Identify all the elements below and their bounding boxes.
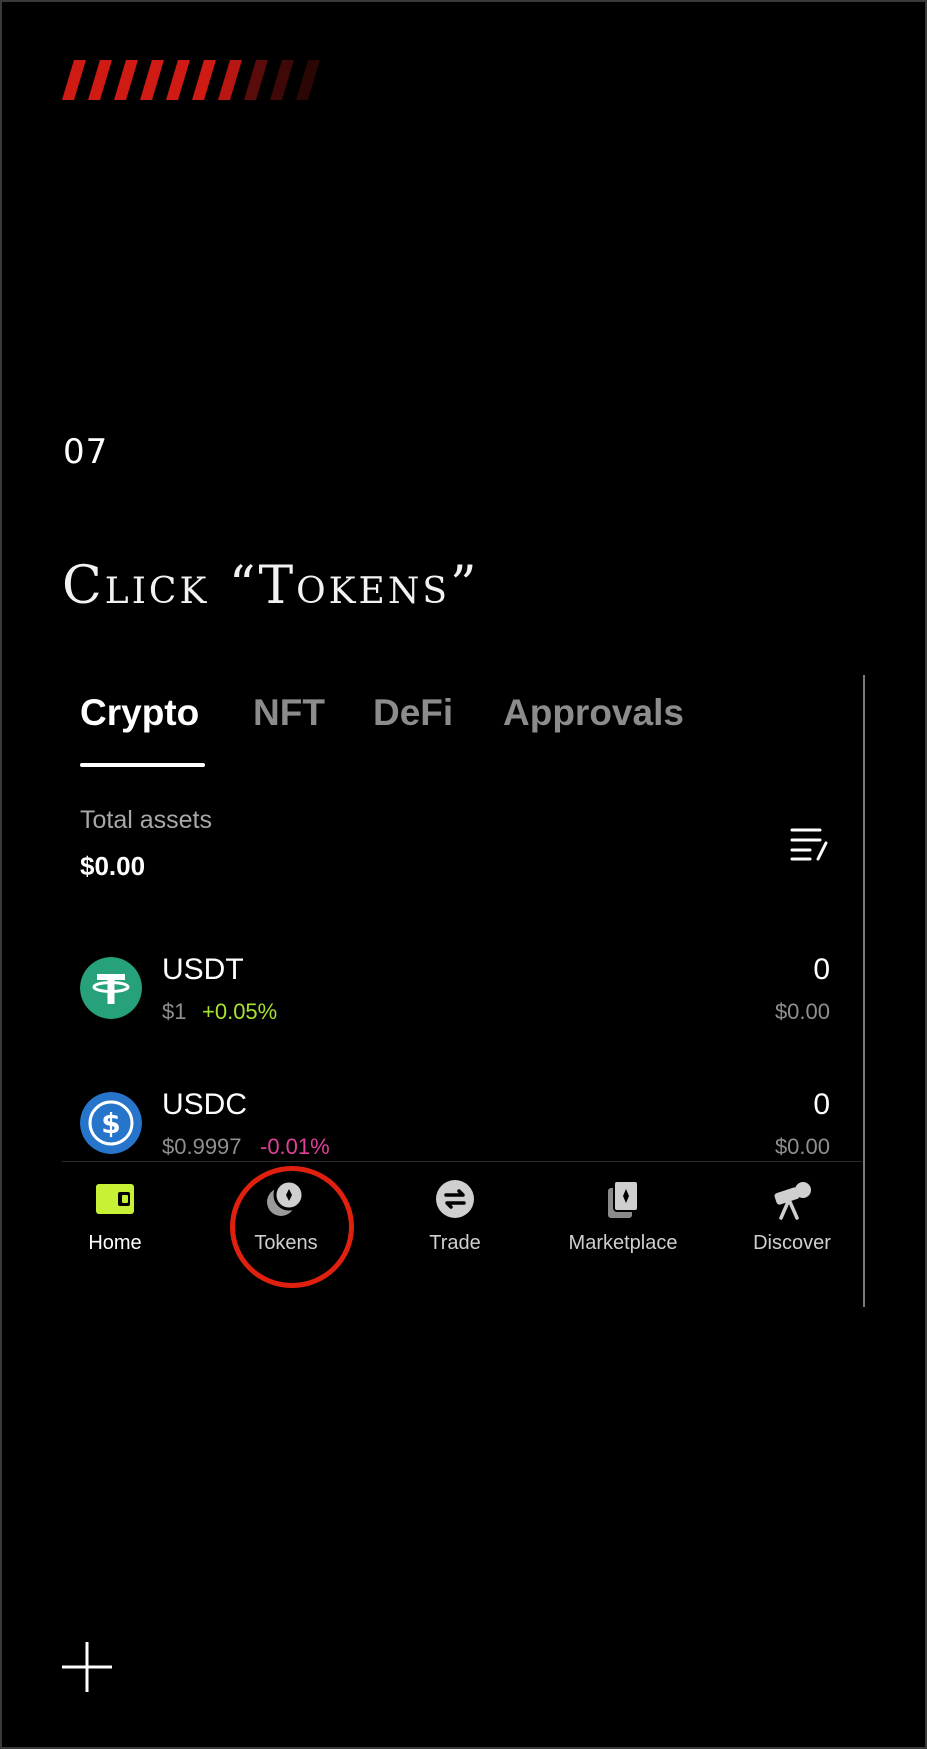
nav-home[interactable]: Home xyxy=(40,1178,190,1258)
nav-discover[interactable]: Discover xyxy=(717,1178,867,1258)
token-amount: 0 xyxy=(813,1088,830,1121)
tab-crypto[interactable]: Crypto xyxy=(80,692,199,734)
token-value: $0.00 xyxy=(774,1134,830,1159)
tab-nft[interactable]: NFT xyxy=(253,692,325,734)
total-assets-label: Total assets xyxy=(80,806,213,834)
nav-marketplace[interactable]: Marketplace xyxy=(548,1178,698,1258)
tab-defi[interactable]: DeFi xyxy=(373,692,453,734)
wallet-icon xyxy=(96,1184,134,1214)
swap-icon xyxy=(436,1180,474,1218)
nav-label: Trade xyxy=(429,1232,481,1254)
sort-list-icon[interactable] xyxy=(790,826,830,862)
usdc-logo-icon: $ xyxy=(80,1092,142,1154)
tether-logo-icon xyxy=(80,957,142,1019)
step-number: 07 xyxy=(63,432,109,472)
telescope-icon xyxy=(774,1182,811,1220)
token-symbol: USDC xyxy=(162,1088,248,1121)
step-title: Click “Tokens” xyxy=(62,556,480,616)
highlight-circle xyxy=(230,1166,354,1288)
nav-label: Marketplace xyxy=(568,1232,678,1254)
token-price: $1 xyxy=(162,999,187,1024)
active-tab-indicator xyxy=(80,763,205,767)
bottom-nav-divider xyxy=(62,1161,862,1162)
token-symbol: USDT xyxy=(162,953,244,986)
marketplace-icon xyxy=(608,1180,639,1218)
token-value: $0.00 xyxy=(774,999,830,1024)
nav-label: Discover xyxy=(753,1232,831,1254)
token-row-usdc[interactable]: $ USDC $0.9997 -0.01% 0 $0.00 xyxy=(80,1088,830,1170)
token-amount: 0 xyxy=(813,953,830,986)
tab-approvals[interactable]: Approvals xyxy=(503,692,684,734)
decorative-stripes-icon xyxy=(62,60,320,100)
token-row-usdt[interactable]: USDT $1 +0.05% 0 $0.00 xyxy=(80,953,830,1035)
plus-icon xyxy=(62,1642,112,1692)
token-price: $0.9997 xyxy=(162,1134,242,1159)
nav-label: Home xyxy=(88,1232,142,1254)
token-change: +0.05% xyxy=(202,999,278,1024)
nav-trade[interactable]: Trade xyxy=(380,1178,530,1258)
total-assets-value: $0.00 xyxy=(80,851,146,881)
svg-text:$: $ xyxy=(101,1107,120,1140)
token-change: -0.01% xyxy=(260,1134,330,1159)
